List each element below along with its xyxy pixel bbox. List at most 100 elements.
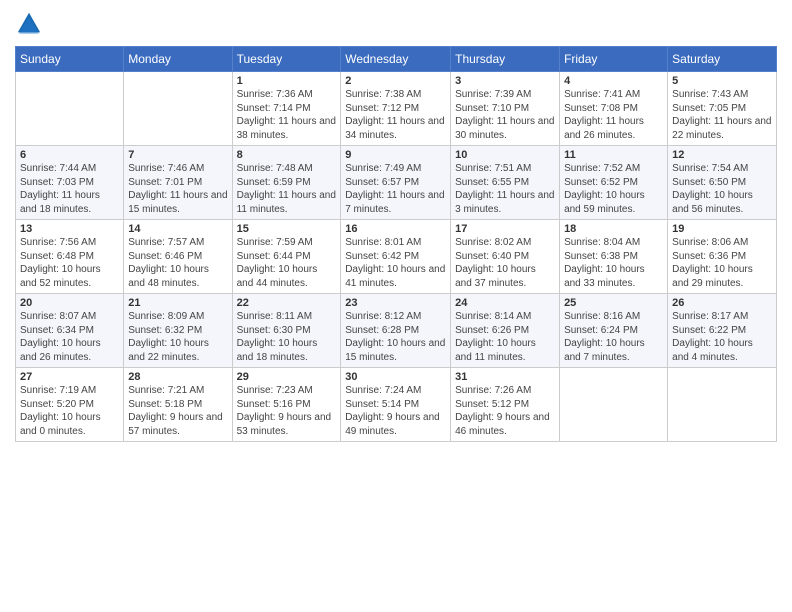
day-number: 25 [564, 297, 663, 309]
calendar-cell: 11Sunrise: 7:52 AM Sunset: 6:52 PM Dayli… [560, 146, 668, 220]
day-number: 29 [237, 371, 337, 383]
day-info: Sunrise: 7:26 AM Sunset: 5:12 PM Dayligh… [455, 384, 555, 438]
week-row-4: 20Sunrise: 8:07 AM Sunset: 6:34 PM Dayli… [16, 294, 777, 368]
calendar-cell: 5Sunrise: 7:43 AM Sunset: 7:05 PM Daylig… [668, 72, 777, 146]
day-number: 21 [128, 297, 227, 309]
calendar-cell [16, 72, 124, 146]
calendar-cell [668, 368, 777, 442]
day-number: 16 [345, 223, 446, 235]
day-info: Sunrise: 7:23 AM Sunset: 5:16 PM Dayligh… [237, 384, 337, 438]
day-info: Sunrise: 7:38 AM Sunset: 7:12 PM Dayligh… [345, 88, 446, 142]
day-info: Sunrise: 7:41 AM Sunset: 7:08 PM Dayligh… [564, 88, 663, 142]
day-info: Sunrise: 8:17 AM Sunset: 6:22 PM Dayligh… [672, 310, 772, 364]
day-number: 19 [672, 223, 772, 235]
calendar-cell: 15Sunrise: 7:59 AM Sunset: 6:44 PM Dayli… [232, 220, 341, 294]
calendar-cell: 22Sunrise: 8:11 AM Sunset: 6:30 PM Dayli… [232, 294, 341, 368]
calendar-cell: 27Sunrise: 7:19 AM Sunset: 5:20 PM Dayli… [16, 368, 124, 442]
calendar-cell: 3Sunrise: 7:39 AM Sunset: 7:10 PM Daylig… [451, 72, 560, 146]
day-number: 15 [237, 223, 337, 235]
day-number: 6 [20, 149, 119, 161]
calendar-cell: 26Sunrise: 8:17 AM Sunset: 6:22 PM Dayli… [668, 294, 777, 368]
day-number: 26 [672, 297, 772, 309]
day-number: 8 [237, 149, 337, 161]
day-info: Sunrise: 7:24 AM Sunset: 5:14 PM Dayligh… [345, 384, 446, 438]
day-number: 22 [237, 297, 337, 309]
weekday-header-friday: Friday [560, 47, 668, 72]
day-info: Sunrise: 8:07 AM Sunset: 6:34 PM Dayligh… [20, 310, 119, 364]
calendar-header-row: SundayMondayTuesdayWednesdayThursdayFrid… [16, 47, 777, 72]
calendar-cell: 1Sunrise: 7:36 AM Sunset: 7:14 PM Daylig… [232, 72, 341, 146]
day-info: Sunrise: 8:11 AM Sunset: 6:30 PM Dayligh… [237, 310, 337, 364]
calendar-cell: 30Sunrise: 7:24 AM Sunset: 5:14 PM Dayli… [341, 368, 451, 442]
weekday-header-thursday: Thursday [451, 47, 560, 72]
day-number: 14 [128, 223, 227, 235]
day-number: 4 [564, 75, 663, 87]
day-number: 31 [455, 371, 555, 383]
day-info: Sunrise: 8:12 AM Sunset: 6:28 PM Dayligh… [345, 310, 446, 364]
calendar-cell: 17Sunrise: 8:02 AM Sunset: 6:40 PM Dayli… [451, 220, 560, 294]
calendar-cell: 13Sunrise: 7:56 AM Sunset: 6:48 PM Dayli… [16, 220, 124, 294]
day-info: Sunrise: 7:39 AM Sunset: 7:10 PM Dayligh… [455, 88, 555, 142]
day-info: Sunrise: 8:04 AM Sunset: 6:38 PM Dayligh… [564, 236, 663, 290]
calendar-cell: 7Sunrise: 7:46 AM Sunset: 7:01 PM Daylig… [124, 146, 232, 220]
day-number: 28 [128, 371, 227, 383]
day-info: Sunrise: 8:16 AM Sunset: 6:24 PM Dayligh… [564, 310, 663, 364]
calendar-cell: 16Sunrise: 8:01 AM Sunset: 6:42 PM Dayli… [341, 220, 451, 294]
day-info: Sunrise: 7:46 AM Sunset: 7:01 PM Dayligh… [128, 162, 227, 216]
weekday-header-saturday: Saturday [668, 47, 777, 72]
day-info: Sunrise: 7:43 AM Sunset: 7:05 PM Dayligh… [672, 88, 772, 142]
calendar-cell [560, 368, 668, 442]
calendar-cell: 6Sunrise: 7:44 AM Sunset: 7:03 PM Daylig… [16, 146, 124, 220]
calendar-cell: 12Sunrise: 7:54 AM Sunset: 6:50 PM Dayli… [668, 146, 777, 220]
day-number: 7 [128, 149, 227, 161]
weekday-header-wednesday: Wednesday [341, 47, 451, 72]
logo [15, 10, 45, 38]
day-number: 13 [20, 223, 119, 235]
weekday-header-tuesday: Tuesday [232, 47, 341, 72]
day-number: 10 [455, 149, 555, 161]
day-info: Sunrise: 7:59 AM Sunset: 6:44 PM Dayligh… [237, 236, 337, 290]
calendar-cell: 4Sunrise: 7:41 AM Sunset: 7:08 PM Daylig… [560, 72, 668, 146]
day-number: 12 [672, 149, 772, 161]
day-info: Sunrise: 8:01 AM Sunset: 6:42 PM Dayligh… [345, 236, 446, 290]
day-number: 17 [455, 223, 555, 235]
day-number: 20 [20, 297, 119, 309]
calendar-cell: 23Sunrise: 8:12 AM Sunset: 6:28 PM Dayli… [341, 294, 451, 368]
calendar-cell: 20Sunrise: 8:07 AM Sunset: 6:34 PM Dayli… [16, 294, 124, 368]
week-row-5: 27Sunrise: 7:19 AM Sunset: 5:20 PM Dayli… [16, 368, 777, 442]
day-info: Sunrise: 8:09 AM Sunset: 6:32 PM Dayligh… [128, 310, 227, 364]
day-info: Sunrise: 7:21 AM Sunset: 5:18 PM Dayligh… [128, 384, 227, 438]
day-info: Sunrise: 7:52 AM Sunset: 6:52 PM Dayligh… [564, 162, 663, 216]
day-number: 1 [237, 75, 337, 87]
calendar-cell: 31Sunrise: 7:26 AM Sunset: 5:12 PM Dayli… [451, 368, 560, 442]
calendar-cell: 28Sunrise: 7:21 AM Sunset: 5:18 PM Dayli… [124, 368, 232, 442]
day-info: Sunrise: 8:14 AM Sunset: 6:26 PM Dayligh… [455, 310, 555, 364]
week-row-3: 13Sunrise: 7:56 AM Sunset: 6:48 PM Dayli… [16, 220, 777, 294]
day-number: 11 [564, 149, 663, 161]
calendar-cell: 18Sunrise: 8:04 AM Sunset: 6:38 PM Dayli… [560, 220, 668, 294]
day-number: 18 [564, 223, 663, 235]
calendar-table: SundayMondayTuesdayWednesdayThursdayFrid… [15, 46, 777, 442]
calendar-cell [124, 72, 232, 146]
calendar-cell: 8Sunrise: 7:48 AM Sunset: 6:59 PM Daylig… [232, 146, 341, 220]
day-number: 3 [455, 75, 555, 87]
week-row-1: 1Sunrise: 7:36 AM Sunset: 7:14 PM Daylig… [16, 72, 777, 146]
weekday-header-sunday: Sunday [16, 47, 124, 72]
day-info: Sunrise: 8:02 AM Sunset: 6:40 PM Dayligh… [455, 236, 555, 290]
day-number: 23 [345, 297, 446, 309]
week-row-2: 6Sunrise: 7:44 AM Sunset: 7:03 PM Daylig… [16, 146, 777, 220]
day-number: 2 [345, 75, 446, 87]
calendar-cell: 14Sunrise: 7:57 AM Sunset: 6:46 PM Dayli… [124, 220, 232, 294]
calendar-cell: 24Sunrise: 8:14 AM Sunset: 6:26 PM Dayli… [451, 294, 560, 368]
day-number: 24 [455, 297, 555, 309]
calendar-cell: 2Sunrise: 7:38 AM Sunset: 7:12 PM Daylig… [341, 72, 451, 146]
logo-icon [15, 10, 43, 38]
day-number: 5 [672, 75, 772, 87]
calendar-cell: 9Sunrise: 7:49 AM Sunset: 6:57 PM Daylig… [341, 146, 451, 220]
day-number: 9 [345, 149, 446, 161]
day-info: Sunrise: 7:49 AM Sunset: 6:57 PM Dayligh… [345, 162, 446, 216]
day-info: Sunrise: 7:57 AM Sunset: 6:46 PM Dayligh… [128, 236, 227, 290]
calendar-cell: 21Sunrise: 8:09 AM Sunset: 6:32 PM Dayli… [124, 294, 232, 368]
calendar-cell: 25Sunrise: 8:16 AM Sunset: 6:24 PM Dayli… [560, 294, 668, 368]
day-info: Sunrise: 8:06 AM Sunset: 6:36 PM Dayligh… [672, 236, 772, 290]
